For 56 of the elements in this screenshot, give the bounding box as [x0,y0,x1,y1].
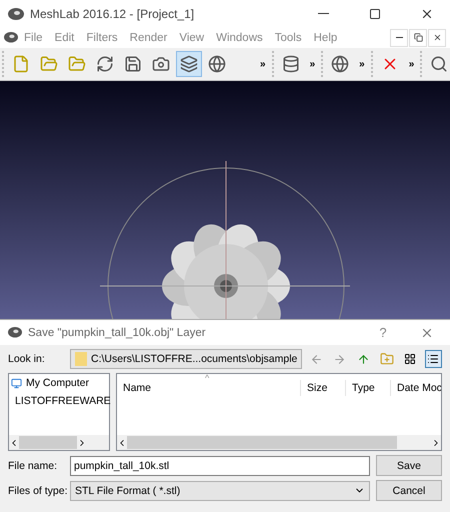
overflow-button[interactable]: » [355,58,369,70]
app-logo-icon [8,327,22,338]
horizontal-scrollbar[interactable] [117,435,441,450]
forward-arrow-icon [333,352,346,366]
overflow-button[interactable]: » [256,58,270,70]
help-button[interactable]: ? [368,325,398,340]
toolbar-button[interactable] [176,51,202,77]
new-folder-icon [380,352,394,366]
horizontal-scrollbar[interactable] [9,435,109,450]
sphere-icon [208,55,226,73]
menu-item[interactable]: Windows [210,32,269,44]
maximize-icon [369,8,381,20]
detail-view-button[interactable] [424,350,442,368]
sort-indicator: ^ [205,374,210,383]
save-button[interactable]: Save [376,455,442,476]
back-arrow-icon [310,352,324,366]
camera-icon [152,55,170,73]
menu-item[interactable]: View [173,32,210,44]
window-title: MeshLab 2016.12 - [Project_1] [30,6,196,20]
column-header[interactable]: Type [346,380,391,396]
dialog-title: Save "pumpkin_tall_10k.obj" Layer [28,326,207,338]
restore-button[interactable] [409,28,427,46]
place-item[interactable]: LISTOFFREEWARE [9,392,109,410]
menu-item[interactable]: Edit [48,32,80,44]
menu-item[interactable]: Render [124,32,174,44]
up-arrow-icon [356,352,370,366]
look-in-label: Look in: [8,353,46,365]
minimize-icon [396,37,402,38]
minimize-icon [318,13,328,14]
menu-item[interactable]: Help [308,32,344,44]
menu-item[interactable]: Tools [268,32,308,44]
column-header[interactable]: Name [117,380,301,396]
column-header[interactable]: Size [301,380,346,396]
globe-icon [331,55,350,73]
overflow-button[interactable]: » [404,58,418,70]
file-type-dropdown[interactable]: STL File Format ( *.stl) [70,480,370,500]
menu-item[interactable]: File [18,32,49,44]
file-name-field[interactable]: pumpkin_tall_10k.stl [70,456,370,476]
app-logo-icon [8,8,24,20]
minimize-button[interactable] [390,28,408,46]
computer-icon [11,378,22,388]
refresh-icon [96,55,114,73]
new-file-icon [12,55,30,73]
layers-icon [180,55,198,73]
restore-icon [414,33,422,42]
close-icon [432,33,442,42]
path-dropdown[interactable]: C:\Users\LISTOFFRE...ocuments\objsample [70,349,302,369]
file-name-label: File name: [8,460,58,472]
overflow-button[interactable]: » [306,58,320,70]
app-logo-icon [4,32,18,43]
menu-item[interactable]: Filters [80,32,124,44]
search-icon [430,55,448,73]
open-folder-icon [40,55,58,73]
place-item[interactable]: My Computer [9,374,109,392]
grid-icon [404,353,416,365]
cancel-button[interactable]: Cancel [376,480,442,501]
